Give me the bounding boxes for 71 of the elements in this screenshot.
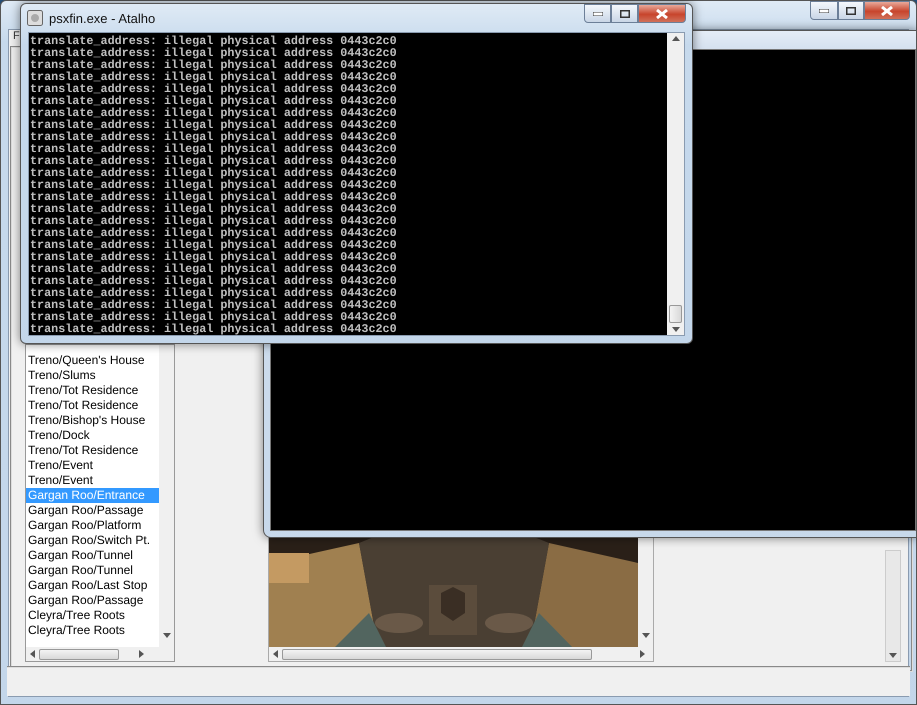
console-line: translate_address: illegal physical address 0443c2c0 (30, 203, 398, 215)
list-item[interactable]: Gargan Roo/Tunnel (26, 548, 159, 563)
minimize-button[interactable] (810, 1, 838, 20)
list-item[interactable]: Gargan Roo/Passage (26, 593, 159, 608)
maximize-button[interactable] (611, 4, 638, 23)
list-item[interactable]: Treno/Bishop's House (26, 413, 159, 428)
list-item[interactable]: Gargan Roo/Passage (26, 503, 159, 518)
scroll-up-arrow[interactable] (672, 36, 680, 41)
console-line: translate_address: illegal physical address 0443c2c0 (30, 107, 398, 119)
minimize-icon (592, 12, 602, 16)
scrollbar[interactable] (885, 550, 901, 662)
console-line: translate_address: illegal physical address 0443c2c0 (30, 95, 398, 107)
console-line: translate_address: illegal physical address 0443c2c0 (30, 167, 398, 179)
scroll-down-arrow[interactable] (672, 327, 680, 332)
console-line: translate_address: illegal physical address 0443c2c0 (30, 323, 398, 335)
scroll-thumb[interactable] (39, 648, 119, 660)
console-line: translate_address: illegal physical address 0443c2c0 (30, 215, 398, 227)
console-line: translate_address: illegal physical address 0443c2c0 (30, 35, 398, 47)
scroll-right-arrow[interactable] (139, 650, 144, 658)
console-line: translate_address: illegal physical address 0443c2c0 (30, 263, 398, 275)
maximize-icon (846, 6, 856, 14)
list-item[interactable]: Treno/Queen's House (26, 353, 159, 368)
console-line: translate_address: illegal physical address 0443c2c0 (30, 119, 398, 131)
console-line: translate_address: illegal physical address 0443c2c0 (30, 311, 398, 323)
scroll-right-arrow[interactable] (640, 650, 645, 658)
list-item[interactable]: Gargan Roo/Switch Pt. (26, 533, 159, 548)
list-item[interactable]: Treno/Tot Residence (26, 443, 159, 458)
scroll-down-arrow[interactable] (889, 653, 897, 658)
console-line: translate_address: illegal physical address 0443c2c0 (30, 131, 398, 143)
console-line: translate_address: illegal physical address 0443c2c0 (30, 47, 398, 59)
list-item[interactable]: Cleyra/Tree Roots (26, 608, 159, 623)
list-item[interactable]: Treno/Slums (26, 368, 159, 383)
close-icon (656, 8, 668, 18)
console-line: translate_address: illegal physical address 0443c2c0 (30, 287, 398, 299)
list-item[interactable]: Treno/Dock (26, 428, 159, 443)
console-line: translate_address: illegal physical address 0443c2c0 (30, 227, 398, 239)
console-line: translate_address: illegal physical address 0443c2c0 (30, 71, 398, 83)
list-item[interactable]: Gargan Roo/Last Stop (26, 578, 159, 593)
console-line: translate_address: illegal physical address 0443c2c0 (30, 83, 398, 95)
list-item[interactable]: Treno/Event (26, 458, 159, 473)
list-item[interactable]: Gargan Roo/Tunnel (26, 563, 159, 578)
menu-item[interactable]: F (12, 30, 21, 46)
console-line: translate_address: illegal physical address 0443c2c0 (30, 59, 398, 71)
scroll-thumb[interactable] (282, 648, 592, 660)
maximize-icon (620, 10, 630, 18)
close-icon (881, 6, 893, 16)
console-icon (27, 10, 43, 26)
list-item[interactable]: Gargan Roo/Platform (26, 518, 159, 533)
list-item[interactable]: Treno/Tot Residence (26, 383, 159, 398)
scroll-left-arrow[interactable] (30, 650, 35, 658)
list-item[interactable]: Cleyra/Tree Roots (26, 623, 159, 638)
console-line: translate_address: illegal physical address 0443c2c0 (30, 299, 398, 311)
scroll-left-arrow[interactable] (273, 650, 278, 658)
console-line: translate_address: illegal physical address 0443c2c0 (30, 155, 398, 167)
console-line: translate_address: illegal physical address 0443c2c0 (30, 275, 398, 287)
window-title: psxfin.exe - Atalho (49, 10, 156, 26)
console-line: translate_address: illegal physical address 0443c2c0 (30, 239, 398, 251)
console-line: translate_address: illegal physical address 0443c2c0 (30, 191, 398, 203)
console-line: translate_address: illegal physical address 0443c2c0 (30, 179, 398, 191)
close-button[interactable] (864, 1, 910, 20)
console-line: translate_address: illegal physical address 0443c2c0 (30, 143, 398, 155)
scroll-down-arrow[interactable] (642, 633, 650, 638)
minimize-icon (819, 8, 829, 12)
list-item[interactable]: Treno/Event (26, 473, 159, 488)
minimize-button[interactable] (584, 4, 611, 23)
maximize-button[interactable] (838, 1, 864, 20)
list-item[interactable]: Treno/Tot Residence (26, 398, 159, 413)
close-button[interactable] (638, 4, 686, 23)
scroll-down-arrow[interactable] (162, 633, 170, 638)
scroll-thumb[interactable] (669, 305, 682, 323)
console-line: translate_address: illegal physical address 0443c2c0 (30, 251, 398, 263)
